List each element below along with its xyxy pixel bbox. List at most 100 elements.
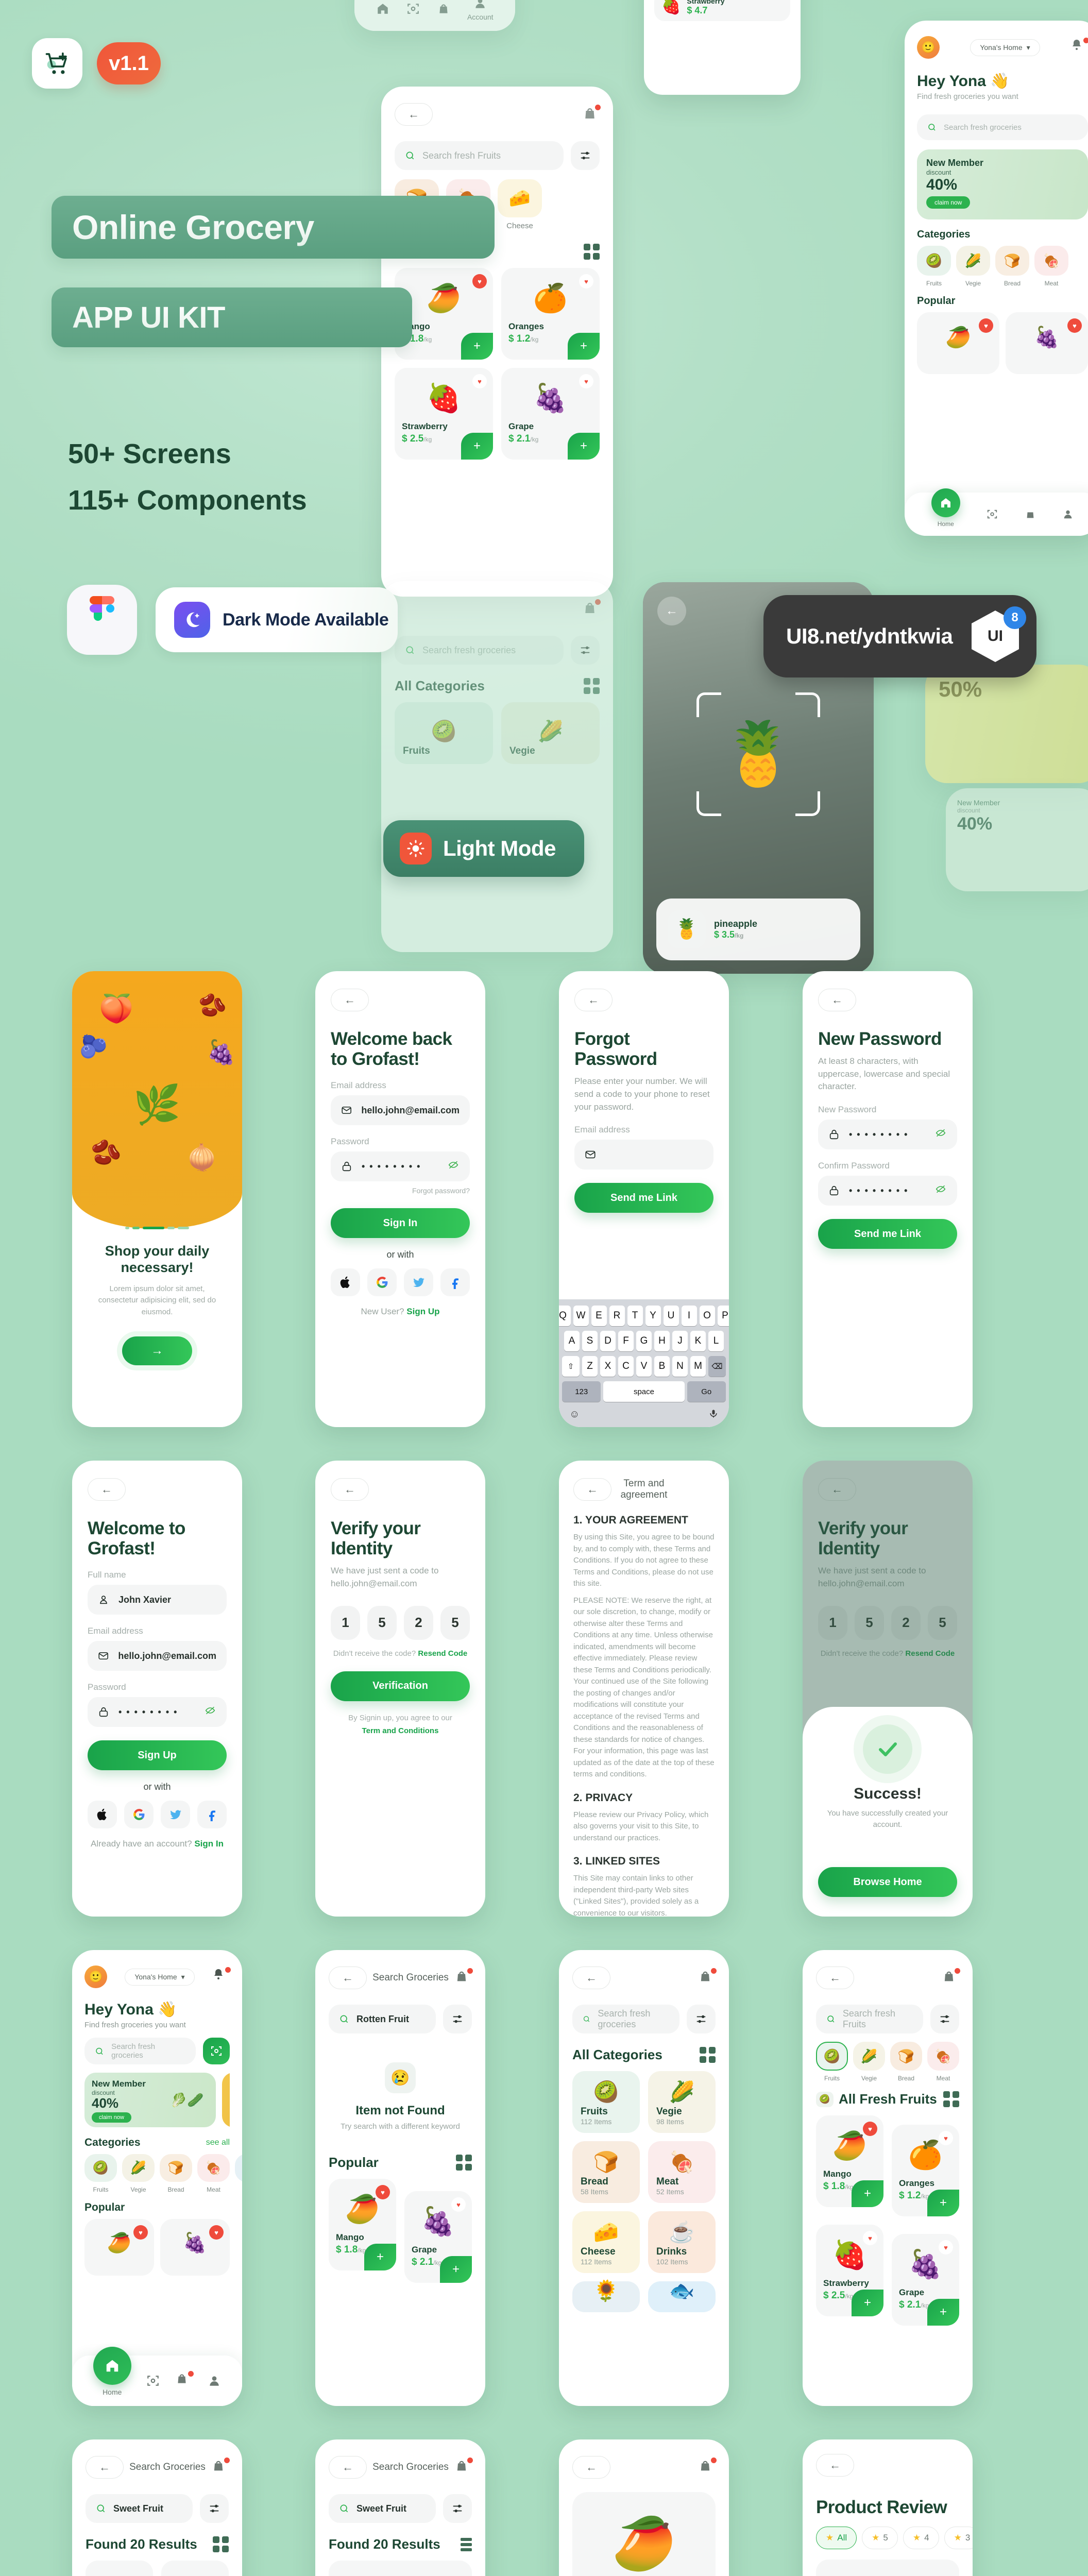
product-card[interactable]: ♥ 🥭: [917, 312, 999, 374]
key-V[interactable]: V: [636, 1356, 652, 1377]
add-to-cart-button[interactable]: +: [568, 433, 600, 460]
tab-meat[interactable]: 🍖 Meat: [927, 2042, 959, 2082]
new-password-field[interactable]: • • • • • • • •: [818, 1120, 957, 1150]
password-field[interactable]: • • • • • • • •: [331, 1151, 470, 1182]
grid-view-icon[interactable]: [584, 678, 600, 694]
product-card[interactable]: ♥ 🥭 Mango $ 1.8/kg +: [329, 2179, 396, 2270]
verification-button[interactable]: Verification: [331, 1671, 470, 1701]
grid-view-icon[interactable]: [700, 2047, 716, 2063]
category-chip-fish[interactable]: 🐟Fish: [235, 2154, 242, 2193]
nav-bag[interactable]: [175, 2371, 194, 2389]
add-to-cart-button[interactable]: +: [568, 333, 600, 360]
key-F[interactable]: F: [618, 1331, 634, 1351]
list-view-icon[interactable]: [461, 2537, 472, 2551]
back-button[interactable]: ←: [816, 2454, 854, 2477]
add-to-cart-button[interactable]: +: [364, 2244, 396, 2270]
category-tile-cheese[interactable]: 🧀 Cheese 112 Items: [572, 2211, 640, 2273]
toggle-password-visibility-icon[interactable]: [204, 1705, 216, 1719]
search-input[interactable]: Search fresh groceries: [395, 636, 564, 665]
product-card[interactable]: ♥ 🍇 Grape $ 2.1/kg +: [501, 368, 600, 460]
product-card[interactable]: ♥ 🍇 Grape $ 2.1/kg +: [892, 2234, 959, 2326]
otp-digit-4[interactable]: 5: [440, 1605, 470, 1640]
add-to-cart-button[interactable]: +: [852, 2290, 883, 2316]
promo-banner[interactable]: New Member discount 40% claim now 🥬🥒: [84, 2073, 216, 2127]
key-D[interactable]: D: [600, 1331, 616, 1351]
back-button[interactable]: ←: [395, 103, 433, 126]
otp-input-group[interactable]: 1 5 2 5: [331, 1605, 470, 1640]
back-button[interactable]: ←: [331, 1478, 369, 1501]
bag-icon[interactable]: [454, 2458, 473, 2476]
tab-fruits[interactable]: 🥝 Fruits: [816, 2042, 848, 2082]
bag-icon[interactable]: [454, 1968, 473, 1987]
product-card[interactable]: [161, 2561, 229, 2576]
nav-bag[interactable]: [1025, 509, 1036, 520]
resend-code-link[interactable]: Resend Code: [418, 1649, 467, 1658]
fullname-field[interactable]: John Xavier: [88, 1585, 227, 1615]
add-to-cart-button[interactable]: +: [440, 2256, 472, 2283]
key-B[interactable]: B: [654, 1356, 670, 1377]
apple-signin-button[interactable]: [331, 1268, 360, 1297]
favorite-icon[interactable]: ♥: [376, 2185, 390, 2199]
browse-home-button[interactable]: Browse Home: [818, 1867, 957, 1897]
review-filter-all[interactable]: ★ All: [816, 2527, 857, 2550]
category-chip[interactable]: 🧀 Cheese: [498, 179, 542, 230]
favorite-icon[interactable]: ♥: [472, 374, 487, 388]
apple-signup-button[interactable]: [88, 1801, 117, 1829]
category-tile-fish[interactable]: 🐟: [648, 2280, 716, 2312]
forgot-password-link[interactable]: Forgot password?: [331, 1187, 470, 1195]
key-S[interactable]: S: [582, 1331, 598, 1351]
category-chip[interactable]: 🌽 Vegie: [956, 246, 990, 287]
search-input[interactable]: Search fresh Fruits: [816, 2005, 923, 2033]
category-tile-meat[interactable]: 🍖 Meat 52 Items: [648, 2141, 716, 2203]
toggle-password-visibility-icon[interactable]: [934, 1184, 947, 1197]
facebook-signin-button[interactable]: [440, 1268, 470, 1297]
bell-icon[interactable]: [1070, 38, 1088, 56]
grid-view-icon[interactable]: [213, 2536, 229, 2552]
promo-banner[interactable]: New Member discount 40% claim now: [917, 149, 1088, 219]
filter-button[interactable]: [571, 636, 600, 665]
scan-result-card[interactable]: 🍍 pineapple $ 3.5/kg: [656, 899, 860, 960]
password-field[interactable]: • • • • • • • •: [88, 1697, 227, 1727]
category-chip-fruits[interactable]: 🥝 Fruits: [84, 2154, 117, 2193]
search-input[interactable]: Rotten Fruit: [329, 2005, 436, 2033]
facebook-signup-button[interactable]: [197, 1801, 227, 1829]
add-to-cart-button[interactable]: +: [927, 2299, 959, 2326]
category-chip[interactable]: 🍞Bread: [995, 246, 1029, 287]
scan-button[interactable]: [203, 2038, 230, 2064]
bag-icon[interactable]: [942, 1968, 960, 1987]
back-button[interactable]: ←: [572, 2456, 610, 2479]
key-X[interactable]: X: [600, 1356, 616, 1377]
otp-digit-3[interactable]: 2: [404, 1605, 433, 1640]
filter-button[interactable]: [687, 2005, 716, 2033]
product-card[interactable]: ♥ 🍓 Strawberry $ 2.5/kg +: [395, 368, 493, 460]
back-button[interactable]: ←: [88, 1478, 126, 1501]
search-input[interactable]: Sweet Fruit: [329, 2494, 436, 2523]
key-M[interactable]: M: [690, 1356, 706, 1377]
back-button[interactable]: ←: [572, 1967, 610, 1989]
key-K[interactable]: K: [690, 1331, 706, 1351]
key-R[interactable]: R: [609, 1306, 625, 1326]
favorite-icon[interactable]: ♥: [863, 2231, 877, 2245]
category-tile[interactable]: 🥝 Fruits: [395, 702, 493, 764]
product-card[interactable]: ♥ 🍊 Oranges $ 1.2/kg +: [892, 2125, 959, 2216]
key-L[interactable]: L: [708, 1331, 724, 1351]
bag-icon[interactable]: [211, 2458, 230, 2476]
claim-now-button[interactable]: claim now: [92, 2112, 131, 2123]
nav-account[interactable]: [208, 2374, 221, 2387]
key-E[interactable]: E: [591, 1306, 607, 1326]
key-G[interactable]: G: [636, 1331, 652, 1351]
search-input[interactable]: Search fresh groceries: [572, 2005, 679, 2033]
send-link-button[interactable]: Send me Link: [818, 1219, 957, 1249]
favorite-icon[interactable]: ♥: [579, 274, 593, 289]
category-tile-fruits[interactable]: 🥝 Fruits 112 Items: [572, 2071, 640, 2133]
signin-prompt[interactable]: Already have an account? Sign In: [88, 1839, 227, 1849]
key-Q[interactable]: Q: [559, 1306, 571, 1326]
confirm-password-field[interactable]: • • • • • • • •: [818, 1176, 957, 1206]
key-N[interactable]: N: [672, 1356, 688, 1377]
product-card[interactable]: [86, 2561, 153, 2576]
nav-home[interactable]: Home: [93, 2347, 131, 2396]
add-to-cart-button[interactable]: +: [461, 433, 493, 460]
tab-vegie[interactable]: 🌽 Vegie: [853, 2042, 885, 2082]
bag-icon[interactable]: [582, 599, 601, 618]
add-to-cart-button[interactable]: +: [927, 2190, 959, 2216]
